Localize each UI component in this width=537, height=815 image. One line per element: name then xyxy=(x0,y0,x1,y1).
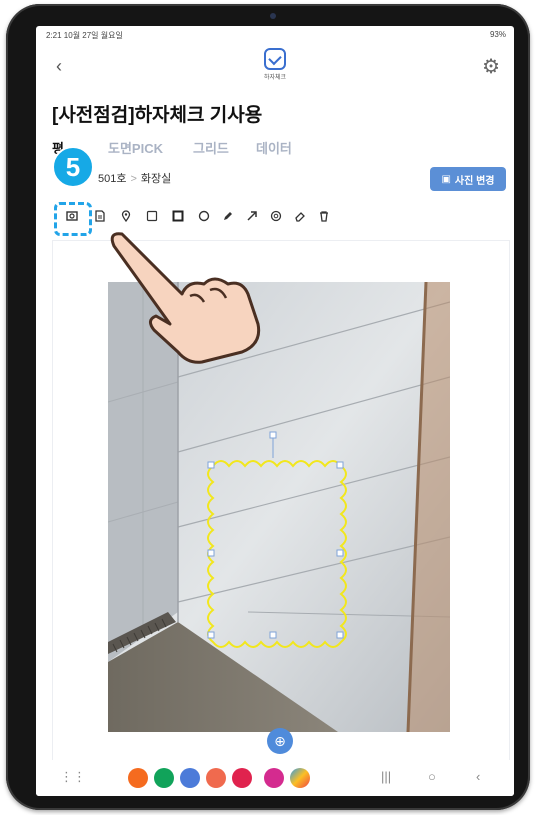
floating-action-button[interactable]: ⊕ xyxy=(267,728,293,754)
app-icon-contacts[interactable] xyxy=(206,768,226,788)
breadcrumb-unit: 501호 xyxy=(98,173,127,185)
front-camera xyxy=(270,13,276,19)
app-icon-orange[interactable] xyxy=(128,768,148,788)
document-icon[interactable] xyxy=(92,208,108,224)
app-drawer-icon[interactable]: ⋮⋮ xyxy=(60,769,86,785)
home-icon[interactable]: ○ xyxy=(428,769,436,784)
eraser-icon[interactable] xyxy=(292,208,308,224)
arrow-icon[interactable] xyxy=(244,208,260,224)
breadcrumb-room: 화장실 xyxy=(140,173,172,185)
step-badge: 5 xyxy=(52,146,94,188)
battery-status: 93% xyxy=(489,30,506,39)
pointing-hand-icon xyxy=(110,232,261,364)
breadcrumb: 501호 > 화장실 xyxy=(98,170,171,186)
circle-icon[interactable] xyxy=(196,208,212,224)
app-icon-red[interactable] xyxy=(232,768,252,788)
change-photo-button[interactable]: ▣ 사진 변경 xyxy=(430,167,506,191)
app-icon-pink[interactable] xyxy=(264,768,284,788)
change-photo-label: 사진 변경 xyxy=(454,175,495,187)
back-nav-icon[interactable]: ‹ xyxy=(476,769,480,784)
pen-icon[interactable] xyxy=(220,208,236,224)
tab-data[interactable]: 데이터 xyxy=(256,138,292,157)
status-bar: 2:21 10월 27일 월요일 93% xyxy=(36,26,514,42)
photo-icon: ▣ xyxy=(441,173,451,185)
play-store-icon[interactable] xyxy=(290,768,310,788)
recents-icon[interactable]: ||| xyxy=(381,769,391,784)
back-button[interactable]: ‹ xyxy=(56,56,62,77)
breadcrumb-separator: > xyxy=(130,173,137,185)
navigation-bar: ⋮⋮ ||| ○ ‹ xyxy=(36,760,514,796)
app-icon-blue[interactable] xyxy=(180,768,200,788)
tab-grid[interactable]: 그리드 xyxy=(193,138,229,157)
cloud-icon[interactable] xyxy=(268,208,284,224)
page-title: [사전점검]하자체크 기사용 xyxy=(52,105,263,126)
tablet-frame: 2:21 10월 27일 월요일 93% ‹ 하자체크 ⚙ [사전점검]하자체크… xyxy=(6,4,530,810)
pin-icon[interactable] xyxy=(118,208,134,224)
square-outline-icon[interactable] xyxy=(144,208,160,224)
app-icon-green[interactable] xyxy=(154,768,174,788)
gear-icon[interactable]: ⚙ xyxy=(482,54,500,79)
screen: 2:21 10월 27일 월요일 93% ‹ 하자체크 ⚙ [사전점검]하자체크… xyxy=(36,26,514,796)
capture-tool-highlight xyxy=(54,202,92,236)
trash-icon[interactable] xyxy=(316,208,332,224)
check-icon xyxy=(264,48,286,70)
logo-text: 하자체크 xyxy=(263,75,287,81)
app-logo: 하자체크 xyxy=(258,48,292,81)
status-time: 2:21 10월 27일 월요일 xyxy=(46,31,123,40)
tab-drawing-pick[interactable]: 도면PICK xyxy=(108,138,163,157)
square-bold-icon[interactable] xyxy=(170,208,186,224)
